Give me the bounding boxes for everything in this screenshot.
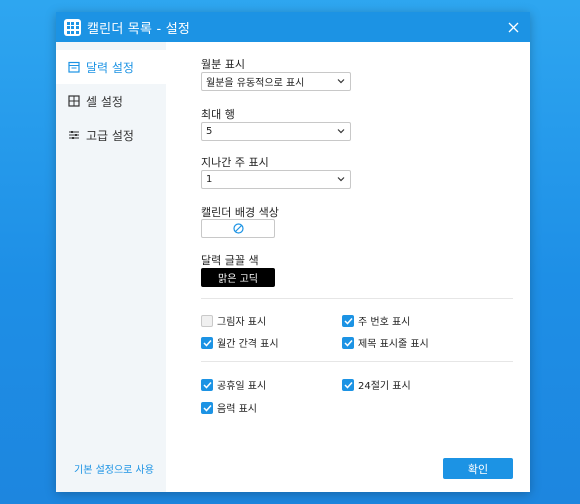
- divider: [201, 361, 513, 362]
- max-rows-select[interactable]: 5: [201, 122, 351, 141]
- sidebar-item-advanced-settings[interactable]: 고급 설정: [56, 118, 166, 152]
- chevron-down-icon: [337, 129, 345, 134]
- checkbox-box: [342, 314, 354, 327]
- chevron-down-icon: [337, 177, 345, 182]
- check-icon: [343, 317, 353, 325]
- checkbox-label: 공휴일 표시: [217, 381, 267, 392]
- sidebar-item-cell-settings[interactable]: 셀 설정: [56, 84, 166, 118]
- font-color-label: 달력 글꼴 색: [201, 254, 259, 267]
- title-bar: 캘린더 목록 - 설정: [56, 12, 530, 42]
- past-weeks-label: 지나간 주 표시: [201, 156, 269, 169]
- reset-defaults-link[interactable]: 기본 설정으로 사용: [74, 461, 154, 476]
- font-color-button[interactable]: 맑은 고딕: [201, 268, 275, 287]
- sliders-icon: [69, 131, 79, 139]
- check-icon: [343, 339, 353, 347]
- checkbox-box: [201, 314, 213, 327]
- holidays-checkbox[interactable]: 공휴일 표시: [201, 377, 266, 392]
- checkbox-label: 음력 표시: [217, 404, 257, 415]
- shadow-checkbox[interactable]: 그림자 표시: [201, 313, 266, 328]
- checkbox-label: 월간 간격 표시: [217, 339, 279, 350]
- close-button[interactable]: [504, 18, 522, 36]
- month-gap-checkbox[interactable]: 월간 간격 표시: [201, 335, 279, 350]
- ok-button[interactable]: 확인: [443, 458, 513, 479]
- check-icon: [202, 404, 212, 412]
- past-weeks-value: 1: [206, 174, 213, 185]
- grid-icon: [68, 95, 80, 107]
- past-weeks-select[interactable]: 1: [201, 170, 351, 189]
- max-rows-label: 최대 행: [201, 108, 235, 121]
- font-color-value: 맑은 고딕: [218, 274, 258, 285]
- checkbox-box: [201, 336, 213, 349]
- sidebar-item-label: 고급 설정: [86, 128, 134, 143]
- checkbox-box: [201, 378, 213, 391]
- chevron-down-icon: [337, 79, 345, 84]
- max-rows-value: 5: [206, 126, 213, 137]
- check-icon: [202, 381, 212, 389]
- lunar-checkbox[interactable]: 음력 표시: [201, 400, 257, 415]
- checkbox-box: [201, 401, 213, 414]
- month-display-value: 월분을 유동적으로 표시: [206, 78, 305, 89]
- week-number-checkbox[interactable]: 주 번호 표시: [342, 313, 410, 328]
- title-bar-checkbox[interactable]: 제목 표시줄 표시: [342, 335, 429, 350]
- checkbox-label: 그림자 표시: [217, 317, 267, 328]
- check-icon: [343, 381, 353, 389]
- solar-terms-checkbox[interactable]: 24절기 표시: [342, 377, 411, 392]
- sidebar: 달력 설정 셀 설정 고급 설정: [56, 42, 166, 492]
- sidebar-item-label: 달력 설정: [86, 60, 134, 75]
- check-icon: [202, 339, 212, 347]
- no-color-icon: [232, 223, 244, 234]
- checkbox-label: 주 번호 표시: [358, 317, 411, 328]
- divider: [201, 298, 513, 299]
- sidebar-item-label: 셀 설정: [86, 94, 123, 109]
- checkbox-label: 24절기 표시: [358, 381, 411, 392]
- window-title: 캘린더 목록 - 설정: [87, 21, 191, 37]
- close-icon: [508, 22, 518, 32]
- checkbox-box: [342, 378, 354, 391]
- checkbox-box: [342, 336, 354, 349]
- month-display-select[interactable]: 월분을 유동적으로 표시: [201, 72, 351, 91]
- checkbox-label: 제목 표시줄 표시: [358, 339, 429, 350]
- calendar-grid-icon: [64, 18, 81, 36]
- calendar-icon: [68, 61, 80, 73]
- bg-color-button[interactable]: [201, 219, 275, 238]
- settings-dialog: 캘린더 목록 - 설정 달력 설정 셀 설정 고급 설정 월분 표시 월분을 유…: [56, 12, 530, 492]
- bg-color-label: 캘린더 배경 색상: [201, 206, 279, 219]
- sidebar-item-calendar-settings[interactable]: 달력 설정: [56, 50, 166, 84]
- month-display-label: 월분 표시: [201, 58, 245, 71]
